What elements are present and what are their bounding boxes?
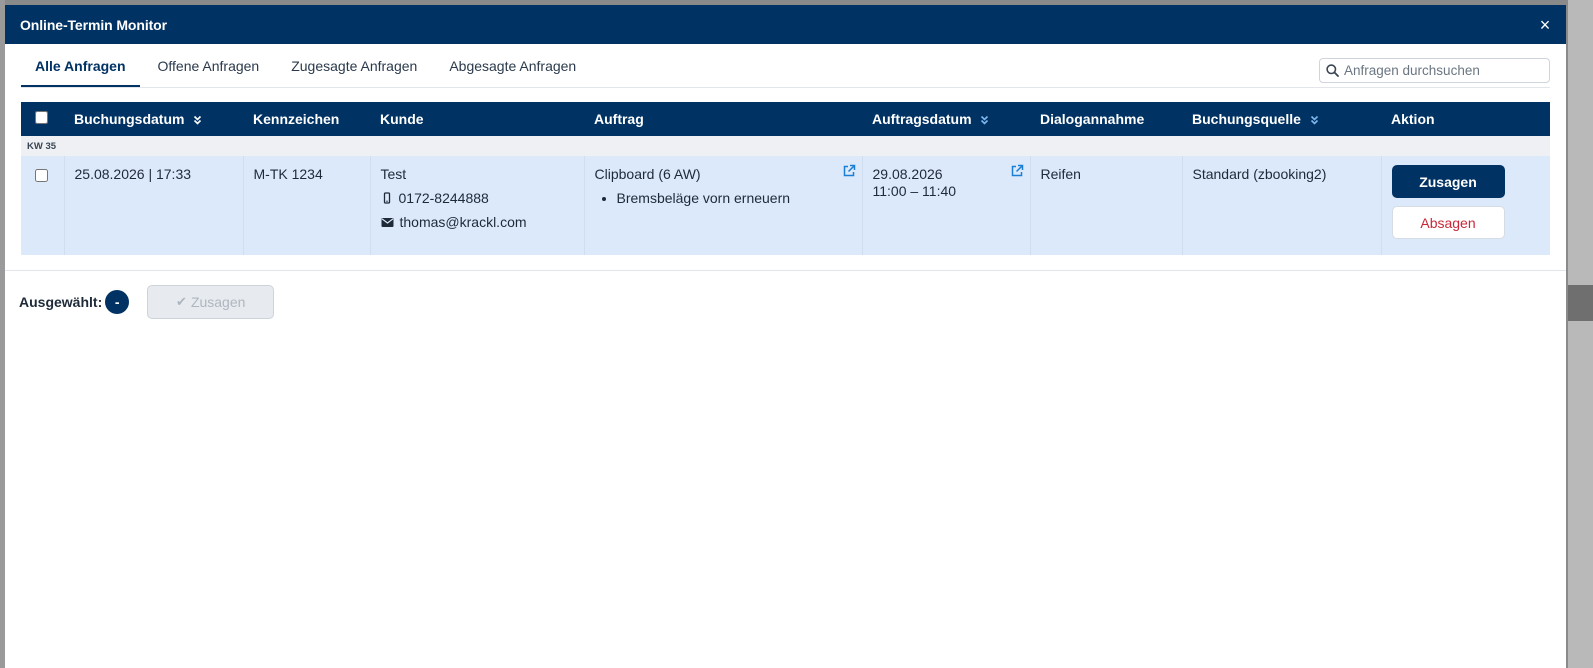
customer-email-line: thomas@krackl.com (381, 214, 574, 230)
order-time: 11:00 – 11:40 (872, 183, 957, 199)
order-title: Clipboard (6 AW) (594, 166, 701, 182)
accept-button[interactable]: Zusagen (1391, 165, 1505, 198)
order-task-item: Bremsbeläge vorn erneuern (617, 190, 852, 206)
check-icon: ✔ (176, 294, 187, 309)
cell-aktion: Zusagen Absagen (1381, 156, 1550, 255)
cell-buchungsdatum: 25.08.2026 | 17:33 (64, 156, 244, 255)
customer-email: thomas@krackl.com (399, 214, 527, 230)
row-checkbox[interactable] (35, 169, 48, 182)
cell-kunde: Test 0172-8244888 thomas@krackl.com (370, 156, 585, 255)
close-icon: × (1539, 14, 1551, 35)
tab-offene-anfragen[interactable]: Offene Anfragen (144, 58, 274, 87)
envelope-icon (381, 217, 393, 227)
backdrop-right (1568, 0, 1593, 668)
mobile-phone-icon (383, 192, 390, 204)
group-row-week: KW 35 (21, 136, 1550, 156)
select-all-checkbox[interactable] (35, 111, 48, 124)
customer-phone-line: 0172-8244888 (381, 190, 574, 206)
column-header-buchungsdatum[interactable]: Buchungsdatum (64, 102, 243, 136)
requests-table: Buchungsdatum Kennzeichen Kunde Auftrag … (21, 102, 1550, 255)
search-box (1319, 58, 1550, 83)
bulk-accept-button[interactable]: ✔ Zusagen (147, 285, 275, 319)
tab-zugesagte-anfragen[interactable]: Zugesagte Anfragen (277, 58, 431, 87)
column-header-kennzeichen: Kennzeichen (253, 111, 340, 127)
bulk-accept-label: Zusagen (190, 294, 246, 310)
footer-bar: Ausgewählt: - ✔ Zusagen (5, 271, 1566, 333)
tab-abgesagte-anfragen[interactable]: Abgesagte Anfragen (435, 58, 590, 87)
requests-table-wrap: Buchungsdatum Kennzeichen Kunde Auftrag … (21, 102, 1550, 255)
open-order-link[interactable] (842, 164, 856, 181)
column-header-label: Buchungsdatum (74, 111, 185, 127)
close-button[interactable]: × (1536, 16, 1554, 34)
column-header-label: Auftragsdatum (872, 111, 972, 127)
cell-auftragsdatum: 29.08.2026 11:00 – 11:40 (862, 156, 1031, 255)
tab-alle-anfragen[interactable]: Alle Anfragen (21, 58, 140, 87)
cell-auftrag: Clipboard (6 AW) Bremsbeläge vorn erneue… (584, 156, 863, 255)
cell-kennzeichen: M-TK 1234 (243, 156, 371, 255)
sort-chevrons-icon (194, 116, 202, 125)
search-input[interactable] (1344, 63, 1544, 78)
sort-chevrons-icon (981, 116, 989, 125)
cell-dialogannahme: Reifen (1030, 156, 1183, 255)
selected-label: Ausgewählt: (19, 294, 103, 310)
selected-count-badge: - (105, 290, 130, 314)
cell-buchungsquelle: Standard (zbooking2) (1182, 156, 1382, 255)
search-icon (1326, 64, 1339, 77)
column-header-auftrag: Auftrag (594, 111, 644, 127)
column-header-kunde: Kunde (380, 111, 424, 127)
column-header-buchungsquelle[interactable]: Buchungsquelle (1182, 102, 1381, 136)
modal-title: Online-Termin Monitor (20, 16, 167, 33)
column-header-auftragsdatum[interactable]: Auftragsdatum (862, 102, 1030, 136)
external-link-icon (1011, 164, 1023, 177)
modal-header: Online-Termin Monitor × (5, 5, 1566, 44)
customer-name: Test (380, 166, 407, 182)
table-header-row: Buchungsdatum Kennzeichen Kunde Auftrag … (21, 102, 1550, 136)
select-all-header (21, 102, 64, 136)
group-label: KW 35 (21, 136, 1550, 156)
table-row: 25.08.2026 | 17:33 M-TK 1234 Test 0172-8… (21, 156, 1550, 255)
order-task-list: Bremsbeläge vorn erneuern (617, 190, 852, 206)
column-header-label: Buchungsquelle (1192, 111, 1301, 127)
backdrop-stripe (1568, 285, 1593, 321)
column-header-aktion: Aktion (1391, 111, 1435, 127)
online-termin-monitor-modal: Online-Termin Monitor × Alle Anfragen Of… (5, 5, 1566, 668)
sort-chevrons-icon (1310, 116, 1318, 125)
row-select-cell (21, 156, 65, 255)
reject-button[interactable]: Absagen (1391, 206, 1505, 239)
external-link-icon (843, 164, 855, 177)
open-appointment-link[interactable] (1010, 164, 1024, 181)
order-date: 29.08.2026 (872, 166, 943, 182)
customer-phone: 0172-8244888 (398, 190, 489, 206)
column-header-dialogannahme: Dialogannahme (1040, 111, 1145, 127)
tab-bar: Alle Anfragen Offene Anfragen Zugesagte … (21, 44, 1550, 88)
